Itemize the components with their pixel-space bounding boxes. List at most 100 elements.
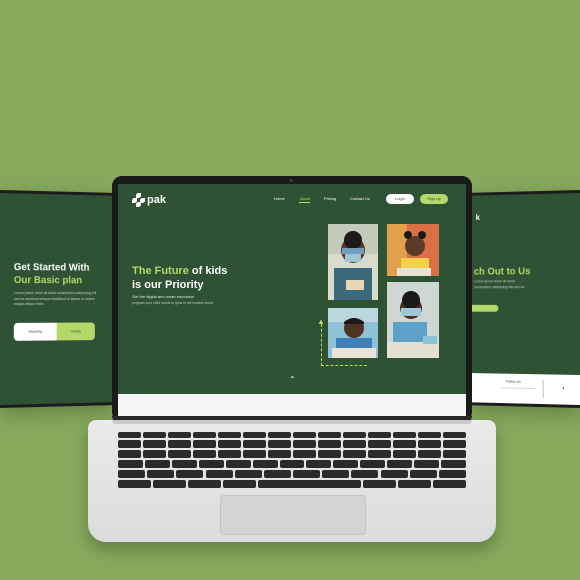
keyboard-key[interactable] [225,460,251,468]
keyboard-key[interactable] [193,432,216,438]
keyboard-key[interactable] [268,440,291,448]
keyboard-key[interactable] [360,460,386,468]
trackpad[interactable] [220,495,366,535]
photo-boy-at-desk [328,308,378,358]
keyboard-key[interactable] [418,440,441,448]
left-panel-body: Lorem ipsum dolor sit amet consectetur a… [13,291,97,307]
keyboard-key[interactable] [343,432,366,438]
dashed-line-horizontal [321,365,367,366]
keyboard-key[interactable] [243,432,266,438]
keyboard-key[interactable] [306,460,332,468]
monthly-button[interactable]: Monthly [13,322,57,341]
keyboard-key[interactable] [143,432,166,438]
keyboard-key[interactable] [279,460,305,468]
keyboard-key[interactable] [143,450,166,458]
keyboard-key[interactable] [418,450,441,458]
keyboard-key[interactable] [118,432,141,438]
keyboard-key[interactable] [368,440,391,448]
keyboard-key[interactable] [380,470,408,478]
keyboard-key[interactable] [418,432,441,438]
right-panel-button[interactable] [471,304,499,312]
keyboard-key[interactable] [252,460,278,468]
keyboard-key[interactable] [293,450,316,458]
keyboard-key[interactable] [171,460,197,468]
keyboard-key[interactable] [193,440,216,448]
keyboard-key[interactable] [258,480,361,488]
website-next-section [118,394,466,416]
keyboard-key[interactable] [393,432,416,438]
signup-button[interactable]: Sign up [420,194,448,204]
keyboard-key[interactable] [118,470,146,478]
nav-active-underline [299,202,310,203]
hero-subtitle: Get the digital and smart education [132,294,195,299]
social-icon[interactable]: ◐ [562,386,565,392]
nav-about[interactable]: About [300,196,310,201]
keyboard-key[interactable] [198,460,224,468]
keyboard-key[interactable] [218,440,241,448]
keyboard-key[interactable] [368,450,391,458]
keyboard-key[interactable] [144,460,170,468]
keyboard-key[interactable] [143,440,166,448]
nav-home[interactable]: Home [274,196,285,201]
yearly-button[interactable]: Yearly [56,322,95,341]
keyboard-key[interactable] [387,460,413,468]
keyboard-key[interactable] [441,460,466,468]
keyboard-key[interactable] [168,440,191,448]
keyboard-key[interactable] [223,480,256,488]
keyboard-key[interactable] [268,432,291,438]
keyboard-key[interactable] [293,470,321,478]
laptop-hinge [112,420,472,424]
keyboard-key[interactable] [333,460,359,468]
keyboard-key[interactable] [322,470,350,478]
keyboard-key[interactable] [268,450,291,458]
keyboard-key[interactable] [351,470,379,478]
keyboard-key[interactable] [343,440,366,448]
chevron-up-icon[interactable]: ⌃ [289,376,296,384]
keyboard-key[interactable] [118,480,151,488]
site-logo[interactable]: pak [132,192,166,208]
keyboard-key[interactable] [118,460,143,468]
keyboard-key[interactable] [409,470,437,478]
keyboard-key[interactable] [318,440,341,448]
keyboard-key[interactable] [393,440,416,448]
photo-child-with-mask [328,224,378,300]
nav-pricing[interactable]: Pricing [324,196,336,201]
laptop-base [88,420,496,542]
keyboard-key[interactable] [318,432,341,438]
keyboard-key[interactable] [176,470,204,478]
keyboard-key[interactable] [168,450,191,458]
keyboard-key[interactable] [443,432,466,438]
keyboard-key[interactable] [368,432,391,438]
keyboard-key[interactable] [293,432,316,438]
keyboard-key[interactable] [414,460,440,468]
right-panel-logo: k [475,213,480,222]
keyboard-key[interactable] [363,480,396,488]
keyboard-key[interactable] [443,450,466,458]
keyboard-key[interactable] [243,440,266,448]
keyboard-key[interactable] [234,470,262,478]
right-panel-body: Lorem ipsum dolor sit amet consectetur a… [473,279,525,289]
keyboard-key[interactable] [118,440,141,448]
login-button[interactable]: Login [386,194,414,204]
keyboard-key[interactable] [343,450,366,458]
keyboard-key[interactable] [147,470,175,478]
keyboard-key[interactable] [398,480,431,488]
photo-girl-with-pencil [387,224,439,276]
keyboard-key[interactable] [318,450,341,458]
keyboard-key[interactable] [243,450,266,458]
keyboard-key[interactable] [118,450,141,458]
keyboard-key[interactable] [168,432,191,438]
nav-contact[interactable]: Contact Us [350,196,370,201]
keyboard-key[interactable] [438,470,466,478]
keyboard-key[interactable] [193,450,216,458]
keyboard-key[interactable] [433,480,466,488]
keyboard-key[interactable] [205,470,233,478]
keyboard-key[interactable] [188,480,221,488]
keyboard-key[interactable] [153,480,186,488]
keyboard-key[interactable] [218,450,241,458]
keyboard-key[interactable] [293,440,316,448]
keyboard-key[interactable] [443,440,466,448]
keyboard-key[interactable] [393,450,416,458]
keyboard-key[interactable] [263,470,291,478]
keyboard-key[interactable] [218,432,241,438]
